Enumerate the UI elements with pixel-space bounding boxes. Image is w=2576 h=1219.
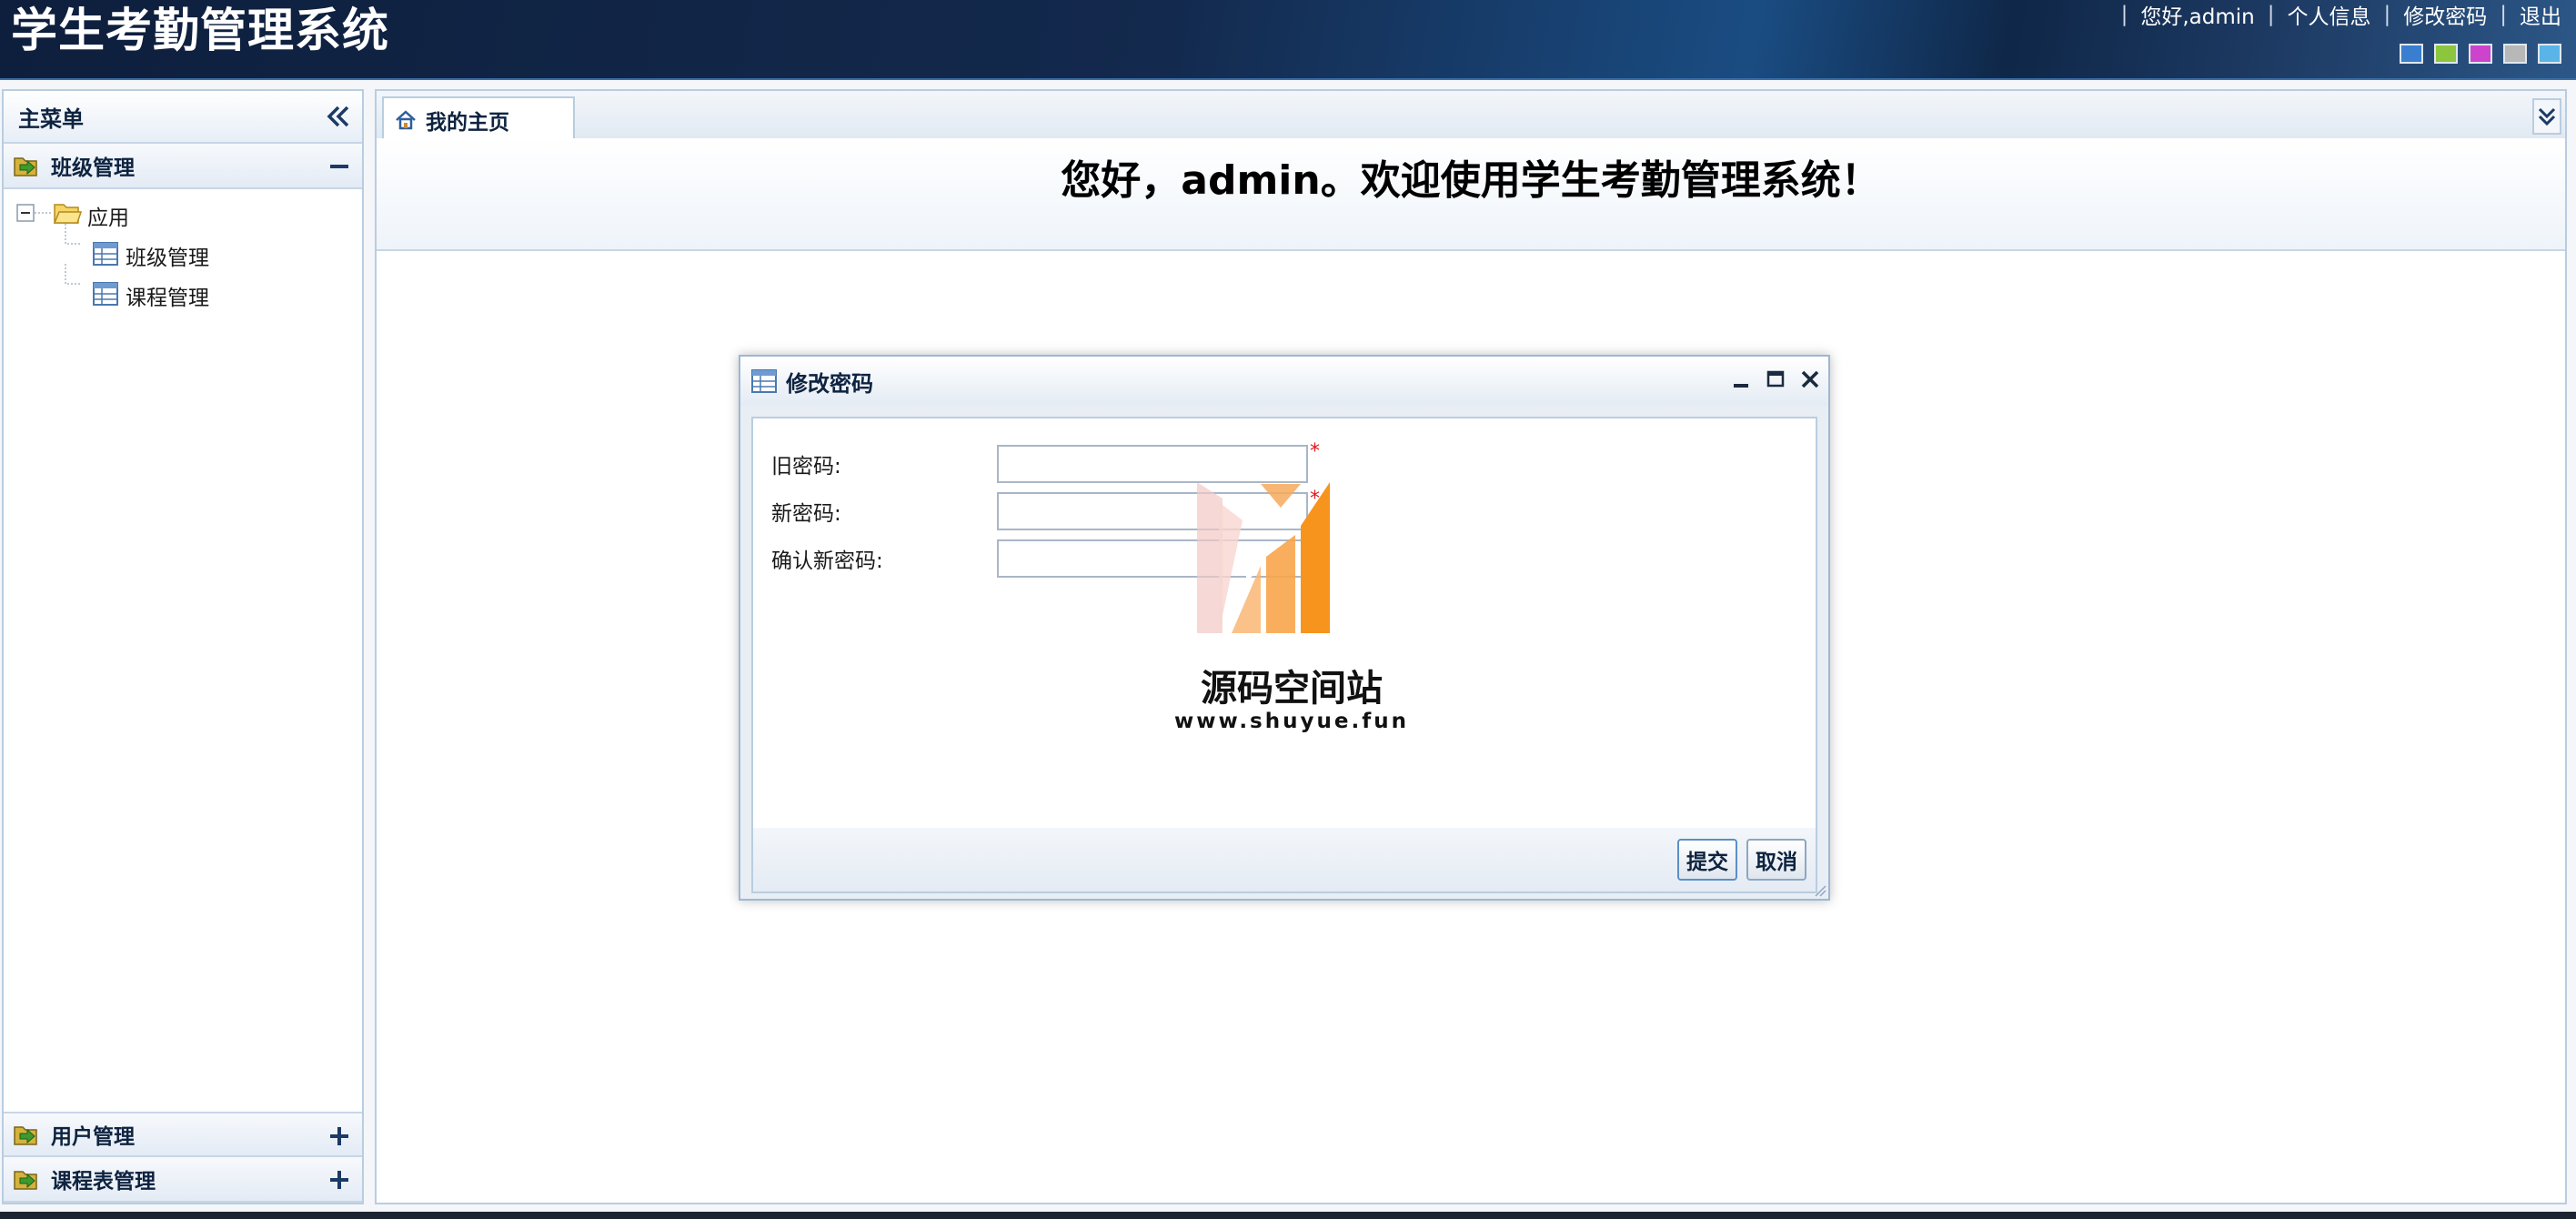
dialog-tools (1730, 368, 1821, 391)
logout-link[interactable]: 退出 (2520, 0, 2561, 30)
watermark-url: www.shuyue.fun (1174, 710, 1409, 733)
welcome-message: 您好，admin。欢迎使用学生考勤管理系统！ (1061, 157, 1881, 204)
bottom-strip (0, 1212, 2576, 1219)
folder-arrow-icon (14, 157, 37, 176)
app-header: 学生考勤管理系统 | 您好,admin | 个人信息 | 修改密码 | 退出 (0, 0, 2576, 80)
table-icon (751, 369, 777, 393)
sidebar-section-timetable-management[interactable]: 课程表管理 (4, 1157, 362, 1203)
link-separator: | (2500, 3, 2507, 26)
required-mark: * (1310, 440, 1320, 463)
section-label: 班级管理 (51, 156, 135, 180)
tab-bar: 我的主页 (375, 89, 2567, 142)
confirm-password-input[interactable] (997, 539, 1308, 578)
tab-home[interactable]: 我的主页 (382, 96, 575, 142)
tree-item-label: 班级管理 (126, 247, 209, 270)
tree-node-class-management[interactable]: 班级管理 (4, 224, 362, 273)
close-icon[interactable] (1799, 368, 1821, 391)
theme-swatch-gray[interactable] (2503, 44, 2527, 64)
section-label: 课程表管理 (51, 1170, 156, 1194)
top-links: | 您好,admin | 个人信息 | 修改密码 | 退出 (2108, 0, 2561, 29)
theme-swatch-sky[interactable] (2538, 44, 2561, 64)
change-password-link[interactable]: 修改密码 (2403, 0, 2487, 30)
dialog-titlebar[interactable]: 修改密码 (740, 357, 1828, 406)
tree-item-label: 课程管理 (126, 287, 209, 310)
sidebar-header: 主菜单 (4, 91, 362, 144)
tree-node-root[interactable]: 应用 (4, 193, 362, 233)
new-password-row: 新密码: * (771, 488, 1320, 531)
table-icon (93, 242, 118, 266)
section-label: 用户管理 (51, 1125, 135, 1149)
dialog-title: 修改密码 (786, 370, 873, 397)
sidebar: 主菜单 班级管理 应用 班级管理 课程管理 用户管理 课程表管理 (2, 89, 364, 1204)
folder-open-icon (53, 204, 82, 224)
double-chevron-down-icon (2538, 107, 2556, 126)
folder-arrow-icon (14, 1126, 37, 1145)
table-icon (93, 282, 118, 306)
minus-icon[interactable] (327, 155, 351, 178)
double-chevron-left-icon[interactable] (324, 102, 353, 131)
field-label: 旧密码: (771, 455, 841, 479)
theme-swatches (2400, 44, 2561, 64)
dialog-footer: 提交 取消 (751, 828, 1817, 893)
app-title: 学生考勤管理系统 (11, 5, 390, 58)
sidebar-bottom-sections: 用户管理 课程表管理 (4, 1112, 362, 1203)
cancel-button[interactable]: 取消 (1746, 839, 1806, 881)
required-mark: * (1310, 535, 1320, 558)
home-icon (396, 110, 416, 130)
change-password-dialog: 修改密码 旧密码: * 新密码: * 确认新密码: * 提交 取消 (739, 355, 1830, 901)
tree-line (65, 264, 82, 285)
tab-label: 我的主页 (426, 111, 509, 135)
link-separator: | (2267, 3, 2275, 26)
maximize-icon[interactable] (1765, 368, 1786, 391)
field-label: 确认新密码: (771, 549, 883, 573)
plus-icon[interactable] (327, 1124, 351, 1148)
watermark-title: 源码空间站 (1201, 668, 1383, 710)
menu-tree: 应用 班级管理 课程管理 (4, 189, 362, 313)
new-password-input[interactable] (997, 492, 1308, 530)
sidebar-section-class-management[interactable]: 班级管理 (4, 144, 362, 189)
tabs-menu-button[interactable] (2532, 98, 2561, 135)
old-password-row: 旧密码: * (771, 440, 1320, 484)
tree-collapse-icon[interactable] (16, 204, 35, 222)
link-separator: | (2383, 3, 2391, 26)
plus-icon[interactable] (327, 1168, 351, 1192)
required-mark: * (1310, 488, 1320, 510)
submit-button[interactable]: 提交 (1677, 839, 1737, 881)
tree-node-course-management[interactable]: 课程管理 (4, 264, 362, 313)
old-password-input[interactable] (997, 445, 1308, 483)
theme-swatch-green[interactable] (2434, 44, 2458, 64)
field-label: 新密码: (771, 502, 841, 526)
sidebar-section-user-management[interactable]: 用户管理 (4, 1112, 362, 1157)
tree-root-label: 应用 (87, 207, 129, 230)
profile-link[interactable]: 个人信息 (2288, 0, 2371, 30)
folder-arrow-icon (14, 1171, 37, 1190)
welcome-banner: 您好，admin。欢迎使用学生考勤管理系统！ (377, 138, 2565, 251)
minimize-icon[interactable] (1730, 368, 1752, 391)
greeting-text: 您好,admin (2140, 5, 2255, 29)
link-separator: | (2120, 3, 2128, 26)
tree-line (35, 212, 51, 214)
theme-swatch-blue[interactable] (2400, 44, 2423, 64)
dialog-body: 旧密码: * 新密码: * 确认新密码: * (751, 417, 1817, 830)
sidebar-title: 主菜单 (18, 106, 84, 132)
resize-grip-icon[interactable] (1814, 884, 1826, 897)
theme-swatch-pink[interactable] (2469, 44, 2492, 64)
confirm-password-row: 确认新密码: * (771, 535, 1320, 579)
tree-line (65, 224, 82, 245)
